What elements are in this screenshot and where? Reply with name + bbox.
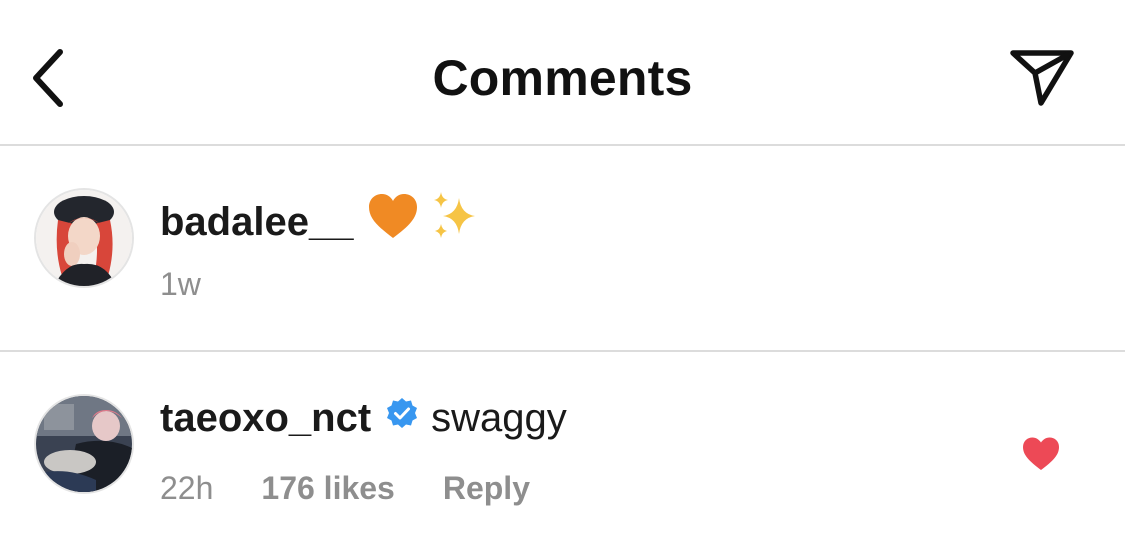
sparkles-emoji (429, 190, 481, 253)
avatar[interactable] (36, 396, 132, 492)
comment-like-button[interactable] (1010, 428, 1072, 480)
comment-time: 1w (160, 266, 201, 302)
chevron-left-icon (33, 49, 63, 107)
comment-likes[interactable]: 176 likes (261, 468, 394, 508)
heart-filled-icon (1023, 437, 1059, 470)
comment-time: 22h (160, 470, 214, 506)
paper-plane-icon (1010, 50, 1074, 106)
comment-line: taeoxo_nct swaggy (160, 394, 567, 442)
back-button[interactable] (20, 44, 76, 112)
profile-photo (36, 396, 132, 492)
page-title: Comments (432, 50, 693, 106)
share-button[interactable] (1000, 40, 1084, 116)
comment-item: badalee__ 1w (0, 146, 1125, 352)
orange-heart-emoji (367, 192, 419, 251)
comment-text: swaggy (431, 396, 567, 440)
comment-line: badalee__ (160, 190, 481, 253)
comment-item: taeoxo_nct swaggy 22h 176 likes Reply (0, 352, 1125, 548)
comment-meta: 22h 176 likes Reply (160, 468, 530, 508)
comment-username[interactable]: badalee__ (160, 198, 353, 246)
comment-username[interactable]: taeoxo_nct (160, 394, 371, 442)
comments-header: Comments (0, 0, 1125, 146)
verified-badge-icon (385, 394, 419, 442)
reply-button[interactable]: Reply (443, 468, 530, 508)
profile-photo (36, 190, 132, 286)
avatar[interactable] (36, 190, 132, 286)
comment-meta: 1w (160, 264, 201, 304)
